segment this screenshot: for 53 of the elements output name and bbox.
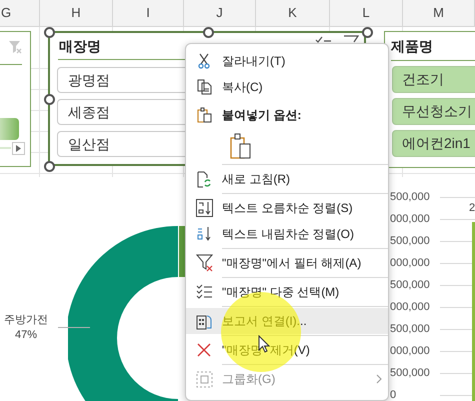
menu-item[interactable]: "매장명" 다중 선택(M) xyxy=(186,279,388,305)
data-label: 주방가전 xyxy=(4,313,48,328)
checklist-icon xyxy=(196,284,212,300)
sort-ascending-icon xyxy=(196,199,212,217)
multi-select-icon[interactable] xyxy=(315,35,331,45)
menu-item[interactable]: "매장명"에서 필터 해제(A) xyxy=(186,250,388,276)
column-header[interactable]: M xyxy=(403,0,475,26)
scissors-icon xyxy=(198,53,210,69)
axis-label: 000,000 xyxy=(390,257,430,269)
axis-label: 000,000 xyxy=(390,213,430,225)
column-header[interactable]: J xyxy=(184,0,256,26)
refresh-icon xyxy=(196,170,212,188)
resize-handle[interactable] xyxy=(362,27,373,38)
data-label: 47% xyxy=(14,328,38,343)
resize-handle[interactable] xyxy=(44,161,55,172)
copy-icon xyxy=(196,79,212,95)
resize-handle[interactable] xyxy=(203,27,214,38)
column-header[interactable]: G xyxy=(0,0,40,26)
filter-icon[interactable] xyxy=(343,35,359,45)
scroll-right-icon xyxy=(16,145,21,152)
group-icon xyxy=(196,370,212,388)
resize-handle[interactable] xyxy=(44,27,55,38)
slicer-item[interactable]: 건조기 xyxy=(392,66,475,93)
axis-label: 500,000 xyxy=(390,367,430,379)
resize-handle[interactable] xyxy=(44,94,55,105)
menu-item[interactable]: 텍스트 내림차순 정렬(O) xyxy=(186,221,388,247)
axis-label: 500,000 xyxy=(390,323,430,335)
axis-label: 000,000 xyxy=(390,301,430,313)
slicer-item[interactable]: 에어컨2in1 xyxy=(392,130,475,157)
menu-heading: 붙여넣기 옵션: xyxy=(222,106,302,124)
axis-label: 0 xyxy=(390,389,396,401)
column-header[interactable]: H xyxy=(40,0,113,26)
menu-item[interactable]: 텍스트 오름차순 정렬(S) xyxy=(186,195,388,221)
data-label: 2 xyxy=(469,201,475,216)
slicer-title: 매장명 xyxy=(59,37,101,56)
sort-descending-icon xyxy=(196,225,212,243)
scroll-right-button[interactable] xyxy=(12,142,25,155)
column-header[interactable]: K xyxy=(256,0,330,26)
clear-filter-icon xyxy=(196,254,212,272)
slicer-item[interactable]: 무선청소기 xyxy=(392,98,475,125)
axis-label: 500,000 xyxy=(390,191,430,203)
report-link-icon xyxy=(196,312,212,330)
column-header[interactable]: L xyxy=(330,0,403,26)
axis-label: 500,000 xyxy=(390,235,430,247)
column-header[interactable]: I xyxy=(113,0,184,26)
leader-line xyxy=(58,327,90,328)
close-icon xyxy=(197,343,211,357)
clipboard-icon[interactable] xyxy=(230,133,252,159)
menu-item[interactable]: 새로 고침(R) xyxy=(186,166,388,192)
axis-label: 500,000 xyxy=(390,279,430,291)
slicer-title: 제품명 xyxy=(391,37,433,56)
clipboard-icon xyxy=(196,106,212,122)
axis-label: 000,000 xyxy=(390,345,430,357)
